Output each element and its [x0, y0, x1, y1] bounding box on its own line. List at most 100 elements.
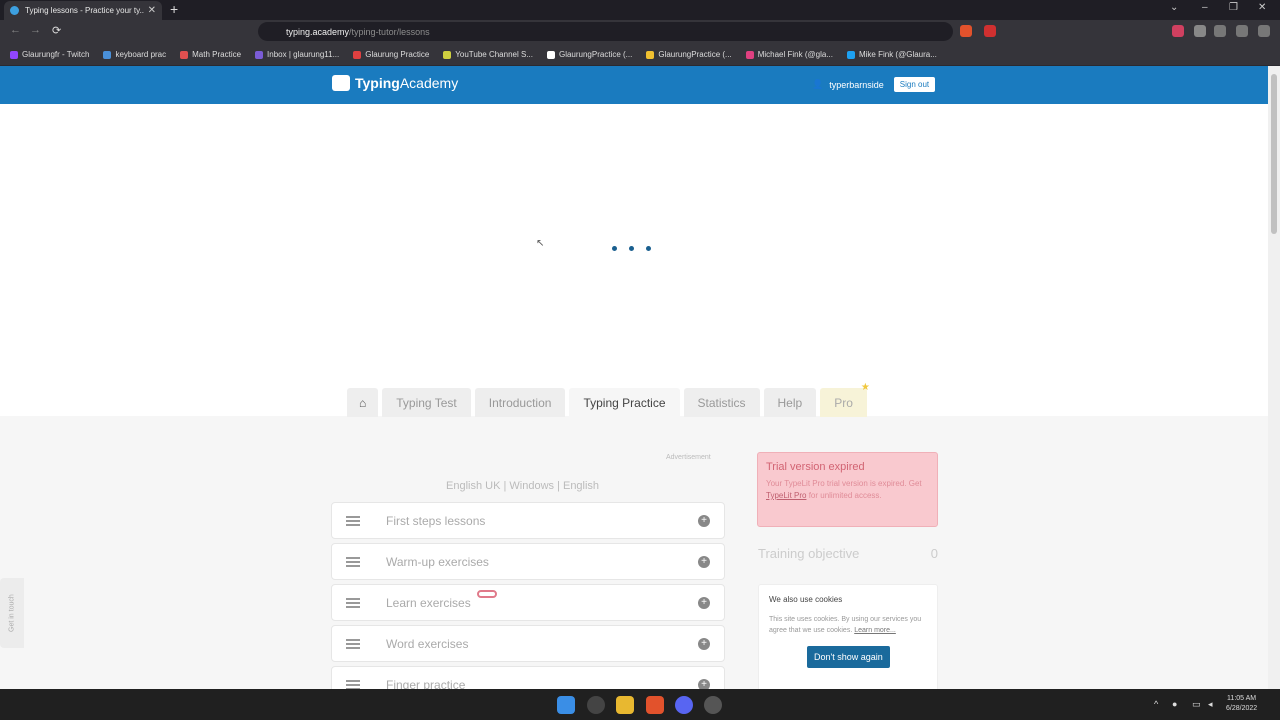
hamburger-icon	[346, 638, 360, 649]
lesson-category[interactable]: Finger practice +	[331, 666, 725, 689]
scrollbar-thumb[interactable]	[1271, 74, 1277, 234]
microphone-icon[interactable]: ●	[1172, 699, 1177, 709]
expand-plus-icon[interactable]: +	[698, 514, 710, 527]
file-explorer-icon[interactable]	[616, 696, 634, 714]
loading-dot	[646, 246, 651, 251]
windows-start-icon[interactable]	[557, 696, 575, 714]
hamburger-icon	[346, 597, 360, 608]
site-header: Typing Academy 👤 typerbarnside Sign out	[0, 66, 1268, 104]
lesson-category-label: First steps lessons	[386, 513, 486, 528]
tab-introduction[interactable]: Introduction	[474, 388, 566, 417]
tab-statistics[interactable]: Statistics	[683, 388, 760, 417]
bookmark-item[interactable]: Michael Fink (@gla...	[745, 50, 833, 59]
expand-plus-icon[interactable]: +	[698, 596, 710, 609]
tab-typing-test[interactable]: Typing Test	[382, 388, 471, 417]
bookmark-item[interactable]: YouTube Channel S...	[443, 50, 533, 59]
learn-more-link[interactable]: Learn more...	[854, 627, 896, 634]
bookmark-favicon-icon	[443, 50, 452, 59]
brave-browser-icon[interactable]	[646, 696, 664, 714]
wallet-icon[interactable]	[1236, 25, 1248, 37]
main-nav-tabs: ⌂ Typing Test Introduction Typing Practi…	[347, 382, 870, 417]
lesson-category-label: Warm-up exercises	[386, 554, 489, 569]
lesson-category[interactable]: Word exercises +	[331, 625, 725, 662]
url-host: typing.academy	[286, 26, 350, 37]
home-icon: ⌂	[359, 395, 367, 410]
lesson-category-label: Finger practice	[386, 677, 466, 690]
url-path: /typing-tutor/lessons	[349, 26, 430, 37]
training-objective-value: 0	[930, 546, 938, 561]
lesson-category[interactable]: First steps lessons +	[331, 502, 725, 539]
close-window-button[interactable]: ✕	[1258, 2, 1266, 13]
new-badge-icon	[476, 589, 497, 598]
typelit-pro-link[interactable]: TypeLit Pro	[766, 491, 806, 500]
bookmark-item[interactable]: Inbox | glaurung11...	[255, 50, 339, 59]
user-area: 👤 typerbarnside Sign out	[812, 77, 936, 92]
tab-list-chevron-icon[interactable]: ⌄	[1170, 2, 1178, 13]
loading-dot	[629, 246, 634, 251]
search-icon[interactable]	[587, 696, 605, 714]
bookmark-favicon-icon	[103, 50, 112, 59]
sign-out-button[interactable]: Sign out	[893, 77, 936, 92]
lesson-category-label: Learn exercises	[386, 589, 698, 610]
bookmark-item[interactable]: Math Practice	[180, 50, 241, 59]
bookmark-item[interactable]: keyboard prac	[103, 50, 166, 59]
tab-close-icon[interactable]: ✕	[148, 5, 156, 16]
training-objective-label: Training objective	[758, 546, 860, 561]
star-icon: ★	[860, 382, 870, 393]
new-tab-button[interactable]: +	[170, 1, 178, 17]
expand-plus-icon[interactable]: +	[698, 678, 710, 689]
trial-text: Your TypeLit Pro trial version is expire…	[766, 479, 922, 500]
keyboard-layout-selector[interactable]: English UK | Windows | English	[446, 480, 599, 492]
forward-button[interactable]: →	[30, 24, 41, 36]
tab-typing-practice[interactable]: Typing Practice	[569, 388, 680, 417]
page-scrollbar[interactable]	[1268, 66, 1280, 689]
expand-plus-icon[interactable]: +	[698, 555, 710, 568]
back-button[interactable]: ←	[10, 24, 21, 36]
minimize-button[interactable]: –	[1202, 2, 1208, 13]
bookmark-item[interactable]: Mike Fink (@Glaura...	[846, 50, 937, 59]
trial-expired-alert: Trial version expired Your TypeLit Pro t…	[757, 452, 938, 527]
bookmark-favicon-icon	[646, 50, 655, 59]
training-objective: Training objective 0	[758, 546, 938, 561]
bookmark-item[interactable]: Glaurungfr - Twitch	[10, 50, 89, 59]
tab-title: Typing lessons - Practice your ty...	[25, 6, 144, 15]
bookmark-favicon-icon	[846, 50, 855, 59]
bookmark-item[interactable]: Glaurung Practice	[353, 50, 429, 59]
system-clock[interactable]: 11:05 AM 6/28/2022	[1226, 694, 1257, 714]
menu-icon[interactable]	[1258, 25, 1270, 37]
lesson-category[interactable]: Warm-up exercises +	[331, 543, 725, 580]
obs-icon[interactable]	[704, 696, 722, 714]
address-bar[interactable]: typing.academy/typing-tutor/lessons	[258, 22, 953, 41]
user-icon: 👤	[812, 79, 824, 89]
reload-button[interactable]: ⟳	[52, 24, 61, 37]
bookmark-favicon-icon	[745, 50, 754, 59]
username-link[interactable]: typerbarnside	[829, 80, 884, 90]
hamburger-icon	[346, 679, 360, 689]
brave-shield-icon[interactable]	[960, 25, 972, 37]
tab-help[interactable]: Help	[763, 388, 817, 417]
keyboard-logo-icon	[332, 75, 350, 91]
maximize-button[interactable]: ❐	[1229, 2, 1238, 13]
bookmark-item[interactable]: GlaurungPractice (...	[546, 50, 632, 59]
site-logo[interactable]: Typing Academy	[332, 75, 458, 91]
puzzle-extensions-icon[interactable]	[1194, 25, 1206, 37]
sidebar-icon[interactable]	[1214, 25, 1226, 37]
network-icon[interactable]: ▭	[1192, 699, 1201, 710]
bookmark-item[interactable]: GlaurungPractice (...	[646, 50, 732, 59]
get-in-touch-tab[interactable]: Get in touch	[0, 578, 24, 648]
discord-icon[interactable]	[675, 696, 693, 714]
bookmark-favicon-icon	[180, 50, 189, 59]
browser-tab[interactable]: Typing lessons - Practice your ty... ✕	[4, 1, 162, 20]
lesson-category[interactable]: Learn exercises +	[331, 584, 725, 621]
hamburger-icon	[346, 556, 360, 567]
brave-rewards-icon[interactable]	[984, 25, 996, 37]
dont-show-again-button[interactable]: Don't show again	[807, 646, 890, 668]
tab-home[interactable]: ⌂	[347, 388, 379, 417]
tray-chevron-icon[interactable]: ^	[1154, 699, 1158, 709]
bookmark-favicon-icon	[10, 50, 18, 59]
expand-plus-icon[interactable]: +	[698, 637, 710, 650]
tab-pro[interactable]: Pro ★	[820, 382, 870, 417]
volume-icon[interactable]: ◂	[1208, 699, 1213, 710]
extension-icon[interactable]	[1172, 25, 1184, 37]
bookmark-favicon-icon	[255, 50, 264, 59]
